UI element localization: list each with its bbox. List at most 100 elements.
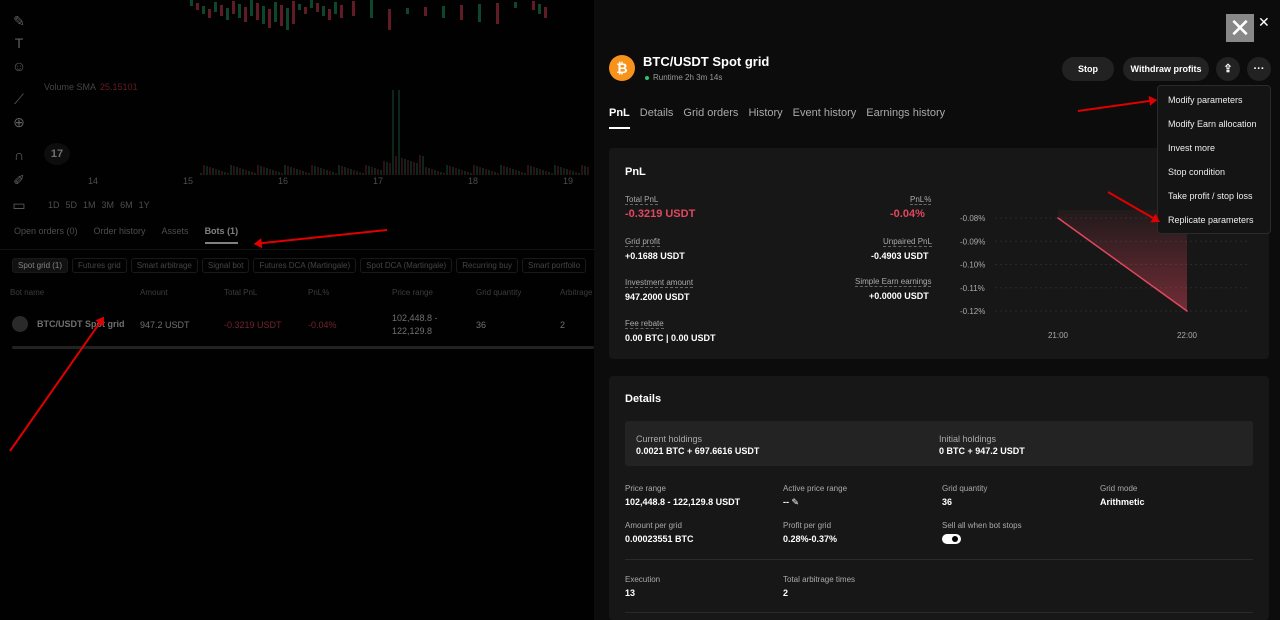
tab-earnings-history[interactable]: Earnings history: [866, 107, 945, 129]
volume-bar: [236, 167, 238, 175]
brush-icon[interactable]: ✎: [10, 12, 28, 30]
menu-item-invest-more[interactable]: Invest more: [1168, 143, 1215, 153]
active-range-label: Active price range: [783, 484, 848, 493]
tab-event-history[interactable]: Event history: [793, 107, 857, 129]
close-panel-icon[interactable]: ✕: [1258, 14, 1270, 31]
volume-bar: [260, 166, 262, 175]
range-3m[interactable]: 3M: [102, 200, 115, 210]
volume-bar: [536, 168, 538, 175]
bot-range-high: 122,129.8: [392, 326, 433, 336]
volume-bar: [473, 165, 475, 175]
volume-bar: [347, 168, 349, 175]
volume-bar: [362, 173, 364, 175]
share-icon[interactable]: ⇪: [1216, 57, 1240, 81]
y-tick: -0.10%: [960, 261, 985, 270]
trash-icon[interactable]: ▭: [10, 196, 28, 214]
volume-bar: [440, 172, 442, 175]
volume-bar: [479, 167, 481, 175]
candle: [334, 2, 337, 14]
emoji-icon[interactable]: ☺: [10, 57, 28, 75]
volume-bar: [218, 170, 220, 175]
investment-value: 947.2000 USDT: [625, 292, 690, 302]
bot-name[interactable]: BTC/USDT Spot grid: [37, 319, 125, 329]
orders-tab-2[interactable]: Assets: [162, 226, 189, 244]
volume-bar: [494, 172, 496, 175]
range-1y[interactable]: 1Y: [139, 200, 150, 210]
column-header: Price range: [392, 288, 433, 297]
bot-filter-chip[interactable]: Futures DCA (Martingale): [253, 258, 357, 273]
edit-icon[interactable]: ✎: [792, 497, 800, 507]
volume-bar: [287, 166, 289, 175]
zoom-icon[interactable]: ⊕: [10, 113, 28, 131]
candle: [538, 4, 541, 14]
candle: [328, 9, 331, 20]
column-header: Amount: [140, 288, 168, 297]
candle: [478, 4, 481, 22]
table-scrollbar[interactable]: [12, 346, 594, 349]
range-5d[interactable]: 5D: [66, 200, 78, 210]
range-1d[interactable]: 1D: [48, 200, 60, 210]
current-holdings-value: 0.0021 BTC + 697.6616 USDT: [636, 446, 760, 456]
candle: [238, 4, 241, 18]
volume-bar: [449, 166, 451, 175]
volume-bar: [350, 169, 352, 175]
tab-grid-orders[interactable]: Grid orders: [683, 107, 738, 129]
orders-tab-1[interactable]: Order history: [94, 226, 146, 244]
volume-bar: [554, 165, 556, 175]
volume-bar: [551, 173, 553, 175]
volume-bar: [512, 169, 514, 175]
range-1m[interactable]: 1M: [83, 200, 96, 210]
stop-button[interactable]: Stop: [1062, 57, 1114, 81]
volume-bar: [266, 168, 268, 175]
bot-filter-chip[interactable]: Signal bot: [201, 258, 250, 273]
volume-bar: [296, 169, 298, 175]
bot-filter-chip[interactable]: Spot DCA (Martingale): [360, 258, 453, 273]
orders-tab-0[interactable]: Open orders (0): [14, 226, 78, 244]
volume-bar: [209, 167, 211, 175]
sell-all-toggle[interactable]: [942, 534, 961, 544]
volume-bar: [320, 168, 322, 175]
volume-bar: [395, 156, 397, 175]
execution-value: 13: [625, 588, 636, 598]
range-6m[interactable]: 6M: [120, 200, 133, 210]
volume-bar: [482, 168, 484, 175]
grid-mode-label: Grid mode: [1100, 484, 1138, 493]
bot-filter-chip[interactable]: Futures grid: [72, 258, 127, 273]
tab-pnl[interactable]: PnL: [609, 107, 630, 129]
magnet-icon[interactable]: ∩: [10, 146, 28, 164]
menu-item-replicate-parameters[interactable]: Replicate parameters: [1168, 215, 1254, 225]
menu-item-take-profit-stop-loss[interactable]: Take profit / stop loss: [1168, 191, 1253, 201]
bot-filter-chip[interactable]: Smart arbitrage: [130, 258, 198, 273]
volume-bar: [569, 170, 571, 175]
candle: [460, 5, 463, 20]
menu-item-modify-earn-allocation[interactable]: Modify Earn allocation: [1168, 119, 1257, 129]
tab-history[interactable]: History: [748, 107, 782, 129]
bot-filter-chip[interactable]: Spot grid (1): [12, 258, 69, 273]
tab-details[interactable]: Details: [640, 107, 674, 129]
volume-bar: [242, 169, 244, 175]
candle: [262, 6, 265, 24]
menu-item-modify-parameters[interactable]: Modify parameters: [1168, 95, 1243, 105]
volume-bar: [308, 173, 310, 175]
lock-drawing-icon[interactable]: ✐: [10, 171, 28, 189]
orders-tab-3[interactable]: Bots (1): [204, 226, 239, 244]
menu-item-stop-condition[interactable]: Stop condition: [1168, 167, 1225, 177]
close-icon[interactable]: ✕: [1226, 14, 1254, 42]
bot-filter-chip[interactable]: Smart portfolio: [522, 258, 587, 273]
bot-filter-chip[interactable]: Recurring buy: [456, 258, 518, 273]
volume-bar: [233, 166, 235, 175]
volume-bar: [230, 165, 232, 175]
text-tool-icon[interactable]: T: [10, 34, 28, 52]
volume-bar: [275, 171, 277, 175]
ruler-icon[interactable]: ⟋: [10, 90, 28, 108]
volume-bar: [392, 90, 394, 175]
withdraw-profits-button[interactable]: Withdraw profits: [1123, 57, 1209, 81]
amount-per-grid-label: Amount per grid: [625, 521, 682, 530]
more-icon[interactable]: ···: [1247, 57, 1271, 81]
bot-total-pnl: -0.3219 USDT: [224, 320, 282, 330]
volume-bar: [542, 170, 544, 175]
volume-bar: [281, 173, 283, 175]
volume-bar: [425, 167, 427, 175]
volume-bar: [575, 172, 577, 175]
active-range-text: --: [783, 497, 789, 507]
